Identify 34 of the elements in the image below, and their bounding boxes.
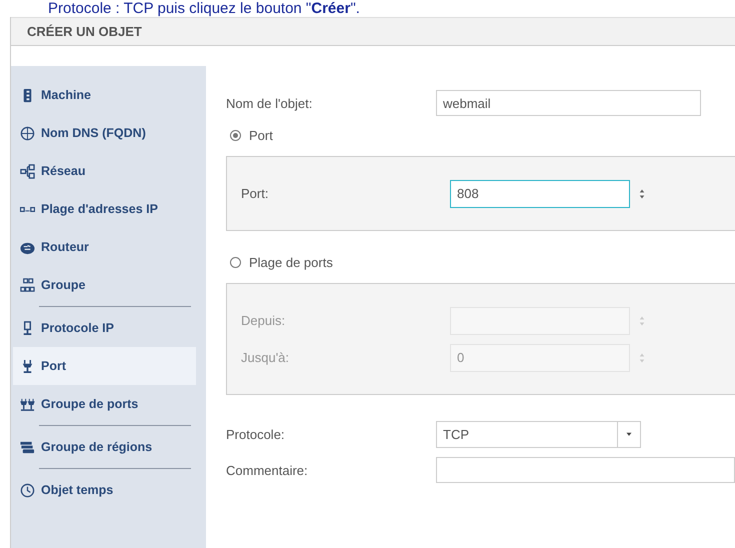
comment-input[interactable] [436,457,735,483]
globe-icon [20,126,35,140]
plug-icon [20,358,35,374]
field-label: Nom de l'objet: [226,96,314,110]
sidebar-item[interactable]: Groupe de régions [13,428,196,466]
field-label: Protocole: [226,426,286,442]
sidebar-item[interactable]: Groupe [13,266,196,304]
sidebar-item[interactable]: Routeur [13,228,196,266]
field-label: Jusqu'à: [241,350,290,365]
panel-title: CRÉER UN OBJET [11,17,735,46]
sidebar-item[interactable]: Machine [13,76,196,114]
radio-label: Port [249,128,273,142]
sidebar-item[interactable]: Plage d'adresses IP [13,190,196,228]
group-icon [20,278,35,292]
instruction-text: Protocole : TCP puis cliquez le bouton "Créer". [47,0,361,17]
stack-icon [20,440,35,454]
sidebar-item[interactable]: Groupe de ports [13,385,196,423]
radio-button[interactable] [230,256,241,268]
number-input[interactable]: 808 [450,180,630,208]
field-label: Port: [241,186,270,201]
network-icon [20,164,35,178]
sidebar-item[interactable]: Port [13,347,196,385]
protocol-dropdown[interactable]: TCP [436,420,641,448]
radio-label: Plage de ports [249,254,333,270]
plug-group-icon [20,396,35,412]
field-label: Commentaire: [226,462,309,478]
field-label: Depuis: [241,313,286,328]
sidebar-item[interactable]: Nom DNS (FQDN) [13,114,196,152]
radio-button[interactable] [230,130,241,140]
sidebar-item[interactable]: Objet temps [13,471,196,509]
sidebar-item[interactable]: Réseau [13,152,196,190]
sidebar-item[interactable]: Protocole IP [13,309,196,347]
clock-icon [20,482,35,498]
name-input[interactable]: webmail [436,90,701,116]
